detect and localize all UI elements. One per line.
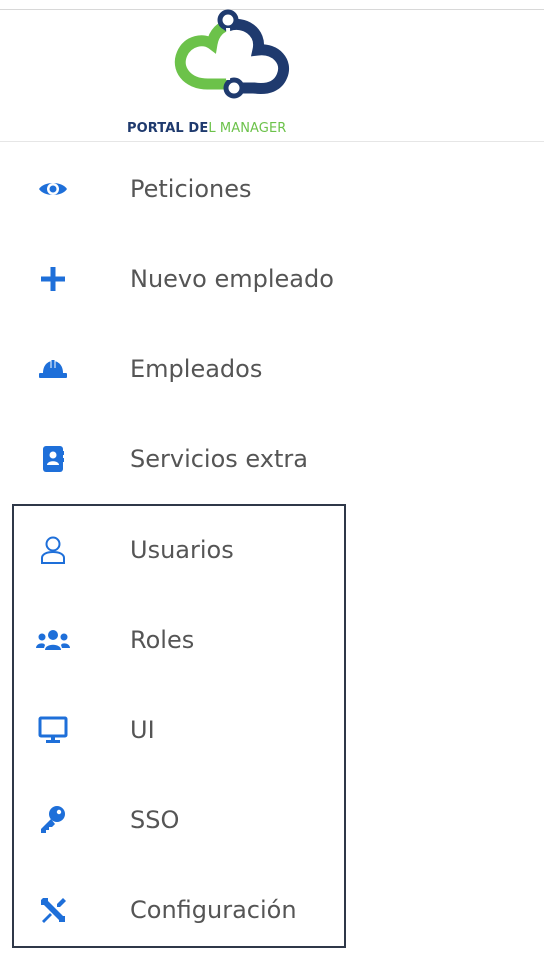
menu-item-servicios-extra[interactable]: Servicios extra: [0, 414, 400, 504]
menu-item-label: Empleados: [130, 355, 263, 383]
menu-item-label: Configuración: [130, 896, 297, 924]
header-divider: [0, 141, 544, 142]
logo-text-part1: PORTAL DE: [127, 121, 209, 136]
menu-item-empleados[interactable]: Empleados: [0, 324, 400, 414]
contact-card-icon: [36, 442, 70, 476]
tools-icon: [36, 893, 70, 927]
users-group-icon: [36, 623, 70, 657]
menu-item-label: Usuarios: [130, 536, 234, 564]
menu-item-label: SSO: [130, 806, 180, 834]
key-icon: [36, 803, 70, 837]
plus-icon: [36, 262, 70, 296]
menu-item-label: UI: [130, 716, 155, 744]
menu-item-label: Nuevo empleado: [130, 265, 334, 293]
menu-item-usuarios[interactable]: Usuarios: [0, 505, 400, 595]
menu-item-configuracion[interactable]: Configuración: [0, 865, 400, 955]
user-icon: [36, 533, 70, 567]
logo-text-part2: L MANAGER: [208, 121, 287, 136]
hard-hat-icon: [36, 352, 70, 386]
monitor-icon: [36, 713, 70, 747]
menu-item-label: Peticiones: [130, 175, 252, 203]
menu-item-ui[interactable]: UI: [0, 685, 400, 775]
menu-item-label: Servicios extra: [130, 445, 308, 473]
menu-item-label: Roles: [130, 626, 195, 654]
menu-item-sso[interactable]: SSO: [0, 775, 400, 865]
menu-item-nuevo-empleado[interactable]: Nuevo empleado: [0, 234, 400, 324]
eye-icon: [36, 172, 70, 206]
logo-text: PORTAL DEL MANAGER: [127, 121, 286, 136]
logo-area[interactable]: PORTAL DEL MANAGER: [0, 0, 544, 142]
sidebar-page: PORTAL DEL MANAGER Peticiones Nuevo empl…: [0, 0, 544, 980]
menu-item-roles[interactable]: Roles: [0, 595, 400, 685]
menu-item-peticiones[interactable]: Peticiones: [0, 144, 400, 234]
cloud-logo-icon: [174, 9, 289, 99]
